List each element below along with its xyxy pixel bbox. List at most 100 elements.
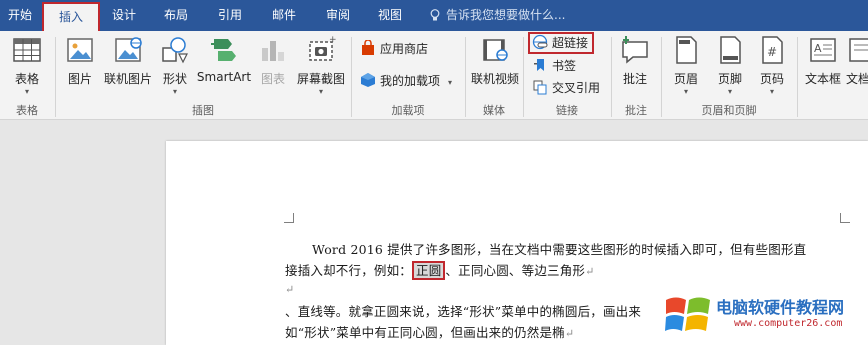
bookmark-label: 书签 — [552, 59, 577, 73]
group-label-links: 链接 — [556, 104, 578, 117]
shapes-label: 形状 — [162, 72, 187, 86]
tab-review[interactable]: 审阅 — [314, 0, 362, 31]
table-button[interactable]: 表格 ▾ — [6, 34, 48, 96]
table-label: 表格 — [14, 72, 39, 86]
header-icon — [676, 36, 697, 64]
ribbon-panel: 表格 ▾ 表格 图片 联机图片 形状 ▾ SmartArt 图表 + 屏幕截图 … — [0, 31, 868, 120]
chevron-down-icon: ▾ — [448, 78, 453, 87]
tab-design[interactable]: 设计 — [102, 0, 146, 31]
online-video-label: 联机视频 — [470, 72, 519, 86]
footer-button[interactable]: 页脚 ▾ — [712, 34, 748, 96]
hyperlink-icon — [532, 34, 548, 50]
smartart-button[interactable]: SmartArt — [196, 34, 252, 96]
shapes-icon — [162, 37, 188, 64]
group-label-comments: 批注 — [625, 104, 647, 117]
group-label-header-footer: 页眉和页脚 — [701, 104, 757, 117]
more-text-button[interactable]: 文档 — [846, 34, 868, 96]
doc-line-4[interactable]: 、直线等。就拿正圆来说，选择“形状”菜单中的椭圆后，画出来 — [285, 301, 641, 320]
watermark-title: 电脑软硬件教程网 — [716, 298, 845, 317]
comment-label: 批注 — [622, 72, 647, 86]
group-label-addins: 加载项 — [391, 104, 425, 117]
group-divider — [797, 37, 798, 117]
margin-corner-mark — [284, 213, 294, 223]
picture-button[interactable]: 图片 — [62, 34, 98, 96]
store-icon — [362, 40, 374, 55]
hyperlink-button[interactable]: 超链接 — [528, 32, 595, 54]
tab-home[interactable]: 开始 — [0, 0, 40, 31]
hyperlink-label: 超链接 — [552, 36, 589, 50]
windows-logo-icon — [665, 297, 710, 331]
paragraph-mark-icon: ↵ — [585, 265, 595, 278]
cross-reference-button[interactable]: 交叉引用 — [532, 78, 600, 98]
margin-corner-mark — [840, 213, 850, 223]
screenshot-icon: + — [309, 35, 337, 61]
empty-paragraph[interactable]: ↵ — [285, 281, 294, 296]
cross-reference-icon — [533, 80, 547, 95]
chart-label: 图表 — [260, 72, 285, 86]
shapes-button[interactable]: 形状 ▾ — [158, 34, 192, 96]
tab-mailings[interactable]: 邮件 — [260, 0, 308, 31]
tab-references[interactable]: 引用 — [206, 0, 254, 31]
comment-button[interactable]: 批注 — [616, 34, 654, 96]
chevron-down-icon: ▾ — [769, 87, 774, 96]
watermark-url: www.computer26.com — [734, 318, 843, 329]
lightbulb-icon — [430, 9, 440, 21]
selected-text[interactable]: 正圆 — [412, 261, 446, 280]
online-video-icon — [483, 39, 508, 61]
picture-label: 图片 — [67, 72, 92, 86]
textbox-button[interactable]: A 文本框 — [802, 34, 844, 96]
doc-line-2-start: 接插入却不行，例如： — [285, 263, 413, 278]
svg-text:#: # — [767, 45, 777, 59]
more-text-label: 文档 — [846, 72, 868, 86]
doc-line-1[interactable]: Word 2016 提供了许多图形，当在文档中需要这些图形的时候插入即可，但有些… — [312, 239, 806, 258]
tell-me-box[interactable]: 告诉我您想要做什么... — [430, 0, 565, 31]
page-number-label: 页码 — [759, 72, 784, 86]
svg-text:A: A — [814, 42, 822, 55]
tell-me-placeholder: 告诉我您想要做什么... — [446, 8, 566, 22]
page-number-button[interactable]: # 页码 ▾ — [754, 34, 790, 96]
my-addins-button[interactable]: 我的加载项 ▾ — [360, 71, 452, 91]
doc-line-5-text: 如“形状”菜单中有正同心圆，但画出来的仍然是椭 — [285, 325, 565, 340]
store-button[interactable]: 应用商店 — [360, 39, 428, 59]
paragraph-mark-icon: ↵ — [285, 283, 295, 296]
chevron-down-icon: ▾ — [172, 87, 177, 96]
svg-text:+: + — [329, 35, 337, 45]
store-label: 应用商店 — [380, 42, 429, 56]
picture-icon — [67, 38, 93, 62]
textbox-label: 文本框 — [804, 72, 841, 86]
chevron-down-icon: ▾ — [683, 87, 688, 96]
tab-view[interactable]: 视图 — [366, 0, 414, 31]
header-button[interactable]: 页眉 ▾ — [668, 34, 704, 96]
paragraph-mark-icon: ↵ — [564, 327, 575, 340]
online-video-button[interactable]: 联机视频 — [468, 34, 522, 96]
chart-button[interactable]: 图表 — [256, 34, 290, 96]
group-label-table: 表格 — [16, 104, 38, 117]
cross-reference-label: 交叉引用 — [552, 81, 601, 95]
table-icon — [13, 38, 41, 62]
bookmark-button[interactable]: 书签 — [532, 56, 576, 76]
header-label: 页眉 — [673, 72, 698, 86]
doc-line-2[interactable]: 接插入却不行，例如： 正圆 、正同心圆、等边三角形↵ — [285, 260, 595, 280]
footer-label: 页脚 — [717, 72, 742, 86]
tab-layout[interactable]: 布局 — [152, 0, 200, 31]
doc-line-2-end: 、正同心圆、等边三角形 — [445, 263, 586, 278]
ribbon-tab-bar: 开始 插入 设计 布局 引用 邮件 审阅 视图 告诉我您想要做什么... — [0, 0, 868, 31]
page-number-icon: # — [762, 36, 783, 64]
smartart-label: SmartArt — [196, 70, 252, 84]
online-picture-button[interactable]: 联机图片 — [102, 34, 154, 96]
chevron-down-icon: ▾ — [24, 87, 29, 96]
comment-icon — [622, 36, 648, 64]
screenshot-button[interactable]: + 屏幕截图 ▾ — [294, 34, 348, 96]
chart-icon — [262, 41, 284, 61]
group-label-media: 媒体 — [483, 104, 505, 117]
addins-icon — [361, 73, 375, 87]
online-picture-label: 联机图片 — [103, 72, 152, 86]
bookmark-icon — [534, 59, 544, 71]
group-label-illustrations: 插图 — [192, 104, 214, 117]
document-parts-icon — [849, 38, 868, 62]
doc-line-5[interactable]: 如“形状”菜单中有正同心圆，但画出来的仍然是椭↵ — [285, 322, 574, 341]
online-picture-icon — [115, 37, 142, 62]
footer-icon — [720, 36, 741, 64]
tab-insert[interactable]: 插入 — [42, 2, 100, 31]
site-watermark: 电脑软硬件教程网 www.computer26.com — [664, 290, 868, 345]
